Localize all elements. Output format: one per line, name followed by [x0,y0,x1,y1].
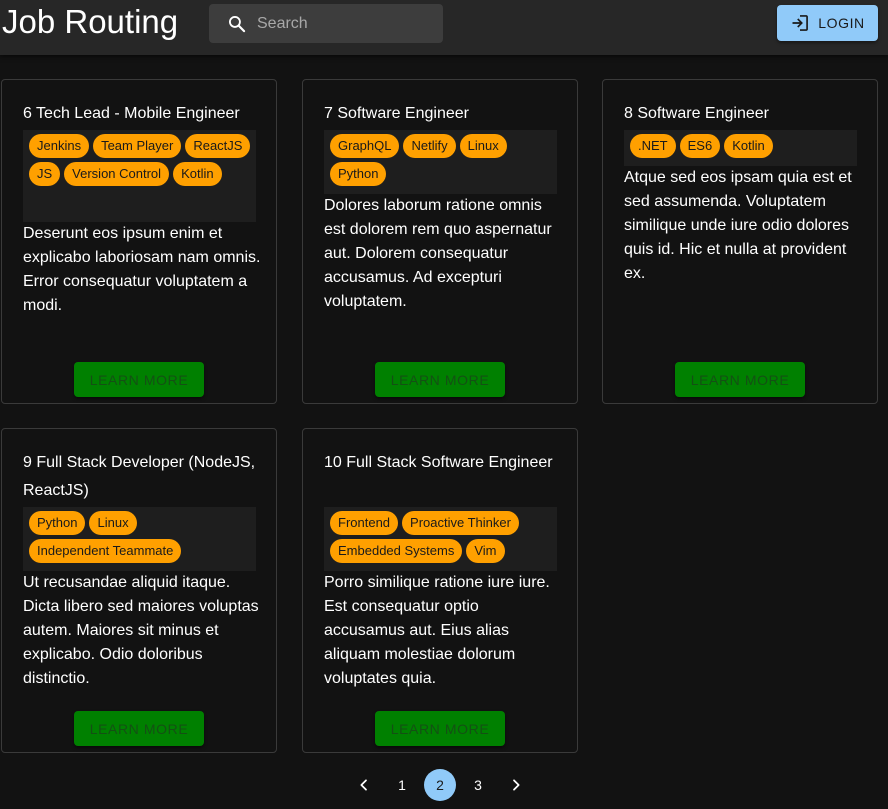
learn-more-button[interactable]: LEARN MORE [375,362,505,397]
search-input[interactable] [257,4,437,43]
search-box[interactable] [209,4,443,43]
tag-chip: Frontend [330,511,399,535]
job-title: 9 Full Stack Developer (NodeJS, ReactJS) [23,454,256,499]
learn-more-button[interactable]: LEARN MORE [675,362,805,397]
tag-chip: Vim [466,539,505,563]
tag-chip: Python [330,162,387,186]
job-card: 7 Software Engineer GraphQL Netlify Linu… [302,79,578,404]
tag-list: Python Linux Independent Teammate [23,507,256,571]
tag-chip: Proactive Thinker [402,511,519,535]
login-button[interactable]: LOGIN [777,5,878,41]
tag-chip: Kotlin [173,162,222,186]
pagination: 1 2 3 [348,769,532,801]
tag-chip: Netlify [403,134,456,158]
tag-chip: Version Control [64,162,170,186]
job-card: 8 Software Engineer .NET ES6 Kotlin Atqu… [602,79,878,404]
page-button-1[interactable]: 1 [386,769,418,801]
tag-chip: Embedded Systems [330,539,463,563]
job-description: Ut recusandae aliquid itaque. Dicta libe… [23,574,259,687]
tag-list: GraphQL Netlify Linux Python [324,130,557,194]
tag-chip: Jenkins [29,134,90,158]
tag-chip: Linux [459,134,507,158]
job-card: 9 Full Stack Developer (NodeJS, ReactJS)… [1,428,277,753]
tag-chip: ES6 [679,134,721,158]
tag-chip: .NET [630,134,676,158]
job-title: 10 Full Stack Software Engineer [324,454,553,471]
job-title: 6 Tech Lead - Mobile Engineer [23,105,240,122]
job-description: Dolores laborum ratione omnis est dolore… [324,197,552,310]
tag-chip: Linux [89,511,137,535]
job-title: 8 Software Engineer [624,105,769,122]
job-card: 10 Full Stack Software Engineer Frontend… [302,428,578,753]
next-page-button[interactable] [500,769,532,801]
login-icon [792,15,809,31]
learn-more-button[interactable]: LEARN MORE [74,711,204,746]
app-title: Job Routing [2,3,179,40]
page-button-2-current[interactable]: 2 [424,769,456,801]
tag-list: .NET ES6 Kotlin [624,130,857,166]
tag-chip: ReactJS [185,134,251,158]
job-description: Atque sed eos ipsam quia est et sed assu… [624,169,852,282]
page-button-3[interactable]: 3 [462,769,494,801]
tag-chip: Independent Teammate [29,539,182,563]
tag-list: Jenkins Team Player ReactJS JS Version C… [23,130,256,222]
chevron-right-icon [513,779,520,791]
job-description: Porro similique ratione iure iure. Est c… [324,574,550,687]
job-title: 7 Software Engineer [324,105,469,122]
tag-chip: Kotlin [724,134,773,158]
app-bar: Job Routing LOGIN [0,0,888,55]
tag-chip: GraphQL [330,134,400,158]
login-label: LOGIN [818,15,865,31]
learn-more-button[interactable]: LEARN MORE [375,711,505,746]
tag-chip: JS [29,162,61,186]
search-icon [229,16,246,33]
prev-page-button[interactable] [348,769,380,801]
tag-chip: Team Player [93,134,182,158]
chevron-left-icon [360,779,367,791]
job-description: Deserunt eos ipsum enim et explicabo lab… [23,225,261,314]
tag-list: Frontend Proactive Thinker Embedded Syst… [324,507,557,571]
job-card: 6 Tech Lead - Mobile Engineer Jenkins Te… [1,79,277,404]
tag-chip: Python [29,511,86,535]
learn-more-button[interactable]: LEARN MORE [74,362,204,397]
